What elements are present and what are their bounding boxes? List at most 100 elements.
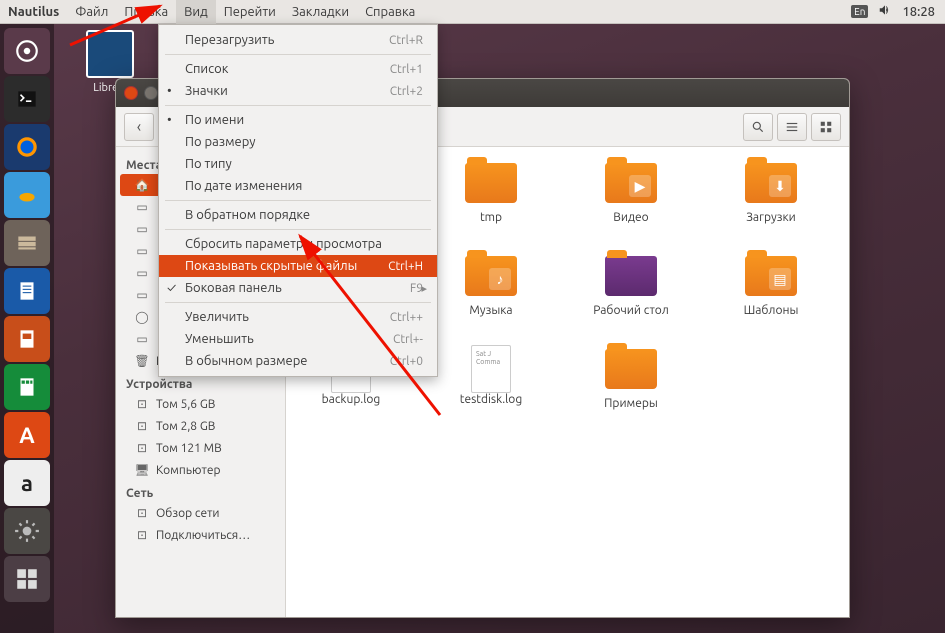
- menu-item-label: Увеличить: [185, 310, 249, 324]
- launcher-terminal[interactable]: [4, 76, 50, 122]
- file-label: Музыка: [469, 304, 512, 317]
- camera-icon: ◯: [134, 309, 150, 325]
- sidebar-device[interactable]: ⊡ Том 121 MB: [116, 437, 285, 459]
- sidebar-browse-network[interactable]: ⊡ Обзор сети: [116, 502, 285, 524]
- radio-bullet-icon: •: [167, 84, 172, 98]
- menu-zoom-in[interactable]: УвеличитьCtrl++: [159, 306, 437, 328]
- sidebar-connect-server[interactable]: ⊡Подключиться…: [116, 524, 285, 546]
- folder-video[interactable]: ▶Видео: [586, 159, 676, 224]
- minimize-button[interactable]: [144, 86, 158, 100]
- file-label: tmp: [480, 211, 502, 224]
- menu-item-label: Показывать скрытые файлы: [185, 259, 357, 273]
- menu-view[interactable]: Вид: [176, 0, 216, 24]
- folder-desktop[interactable]: Рабочий стол: [586, 252, 676, 317]
- menu-sort-date[interactable]: По дате изменения: [159, 175, 437, 197]
- menu-item-label: Значки: [185, 84, 228, 98]
- grid-view-button[interactable]: [811, 113, 841, 141]
- sidebar-device[interactable]: ⊡ Том 2,8 GB: [116, 415, 285, 437]
- file-label: Рабочий стол: [593, 304, 669, 317]
- back-button[interactable]: ‹: [124, 113, 154, 141]
- menu-reset-view[interactable]: Сбросить параметры просмотра: [159, 233, 437, 255]
- sidebar-item-label: Подключиться…: [156, 529, 250, 542]
- menu-icon-view[interactable]: •ЗначкиCtrl+2: [159, 80, 437, 102]
- music-icon: ♪: [489, 268, 511, 290]
- launcher-workspace[interactable]: [4, 556, 50, 602]
- sidebar-item-label: Обзор сети: [156, 507, 220, 520]
- app-name: Nautilus: [0, 5, 67, 19]
- menu-item-label: По дате изменения: [185, 179, 302, 193]
- menu-item-label: Перезагрузить: [185, 33, 274, 47]
- folder-icon: ▭: [134, 265, 150, 281]
- menu-edit[interactable]: Правка: [116, 0, 176, 24]
- shortcut: Ctrl+H: [388, 260, 423, 273]
- dash-button[interactable]: [4, 28, 50, 74]
- menu-help[interactable]: Справка: [357, 0, 423, 24]
- launcher-firefox[interactable]: [4, 124, 50, 170]
- sidebar-item-label: Том 5,6 GB: [156, 398, 215, 411]
- sidebar-item-label: Компьютер: [156, 464, 221, 477]
- sound-icon[interactable]: [878, 3, 892, 20]
- sidebar-item-label: Том 2,8 GB: [156, 420, 215, 433]
- file-testdisk-log[interactable]: Sat JCommatestdisk.log: [446, 345, 536, 410]
- menu-sort-name[interactable]: •По имени: [159, 109, 437, 131]
- menu-item-label: В обратном порядке: [185, 208, 310, 222]
- launcher-software[interactable]: A: [4, 412, 50, 458]
- shortcut: Ctrl+-: [393, 333, 423, 346]
- separator: [165, 54, 431, 55]
- language-indicator[interactable]: En: [851, 5, 868, 18]
- menu-zoom-out[interactable]: УменьшитьCtrl+-: [159, 328, 437, 350]
- menu-reload[interactable]: ПерезагрузитьCtrl+R: [159, 29, 437, 51]
- launcher-impress[interactable]: [4, 316, 50, 362]
- clock[interactable]: 18:28: [902, 5, 935, 19]
- menu-go[interactable]: Перейти: [216, 0, 284, 24]
- menu-item-label: По типу: [185, 157, 232, 171]
- menu-item-label: В обычном размере: [185, 354, 307, 368]
- sidebar-network-title: Сеть: [116, 481, 285, 502]
- folder-templates[interactable]: ▤Шаблоны: [726, 252, 816, 317]
- menu-sort-type[interactable]: По типу: [159, 153, 437, 175]
- computer-icon: 🖥: [134, 462, 150, 478]
- folder-downloads[interactable]: ⬇Загрузки: [726, 159, 816, 224]
- menu-item-label: По размеру: [185, 135, 256, 149]
- sidebar-item-label: Том 121 MB: [156, 442, 222, 455]
- launcher-writer[interactable]: [4, 268, 50, 314]
- menu-sort-size[interactable]: По размеру: [159, 131, 437, 153]
- menu-sidebar-toggle[interactable]: ✓Боковая панельF9: [159, 277, 437, 299]
- global-menubar: Nautilus Файл Правка Вид Перейти Закладк…: [0, 0, 945, 24]
- menu-list-view[interactable]: Список Ctrl+1: [159, 58, 437, 80]
- network-icon: ⊡: [134, 505, 150, 521]
- view-menu-dropdown: ПерезагрузитьCtrl+R Список Ctrl+1 • Значки…: [158, 24, 438, 377]
- folder-music[interactable]: ♪ Музыка: [446, 252, 536, 317]
- launcher-files[interactable]: [4, 220, 50, 266]
- folder-icon: ▭: [134, 287, 150, 303]
- home-icon: 🏠: [134, 177, 150, 193]
- folder-tmp[interactable]: tmp: [446, 159, 536, 224]
- menu-reverse-order[interactable]: В обратном порядке: [159, 204, 437, 226]
- menu-item-label: Список: [185, 62, 228, 76]
- drive-icon: ⊡: [134, 396, 150, 412]
- menu-item-label: Сбросить параметры просмотра: [185, 237, 382, 251]
- file-label: backup.log: [322, 393, 381, 406]
- list-view-button[interactable]: [777, 113, 807, 141]
- menu-file[interactable]: Файл: [67, 0, 116, 24]
- launcher-weather[interactable]: [4, 172, 50, 218]
- search-button[interactable]: [743, 113, 773, 141]
- drive-icon: ⊡: [134, 418, 150, 434]
- file-label: Шаблоны: [744, 304, 799, 317]
- shortcut: Ctrl+1: [390, 63, 423, 76]
- sidebar-computer[interactable]: 🖥 Компьютер: [116, 459, 285, 481]
- folder-examples[interactable]: Примеры: [586, 345, 676, 410]
- launcher-calc[interactable]: [4, 364, 50, 410]
- menu-show-hidden[interactable]: Показывать скрытые файлы Ctrl+H: [159, 255, 437, 277]
- menu-item-label: Боковая панель: [185, 281, 282, 295]
- check-icon: ✓: [167, 281, 176, 295]
- sidebar-device[interactable]: ⊡ Том 5,6 GB: [116, 393, 285, 415]
- separator: [165, 200, 431, 201]
- folder-icon: ▭: [134, 221, 150, 237]
- launcher-settings[interactable]: [4, 508, 50, 554]
- drive-icon: ⊡: [134, 440, 150, 456]
- menu-zoom-reset[interactable]: В обычном размереCtrl+0: [159, 350, 437, 372]
- close-button[interactable]: [124, 86, 138, 100]
- launcher-amazon[interactable]: a: [4, 460, 50, 506]
- menu-bookmarks[interactable]: Закладки: [284, 0, 357, 24]
